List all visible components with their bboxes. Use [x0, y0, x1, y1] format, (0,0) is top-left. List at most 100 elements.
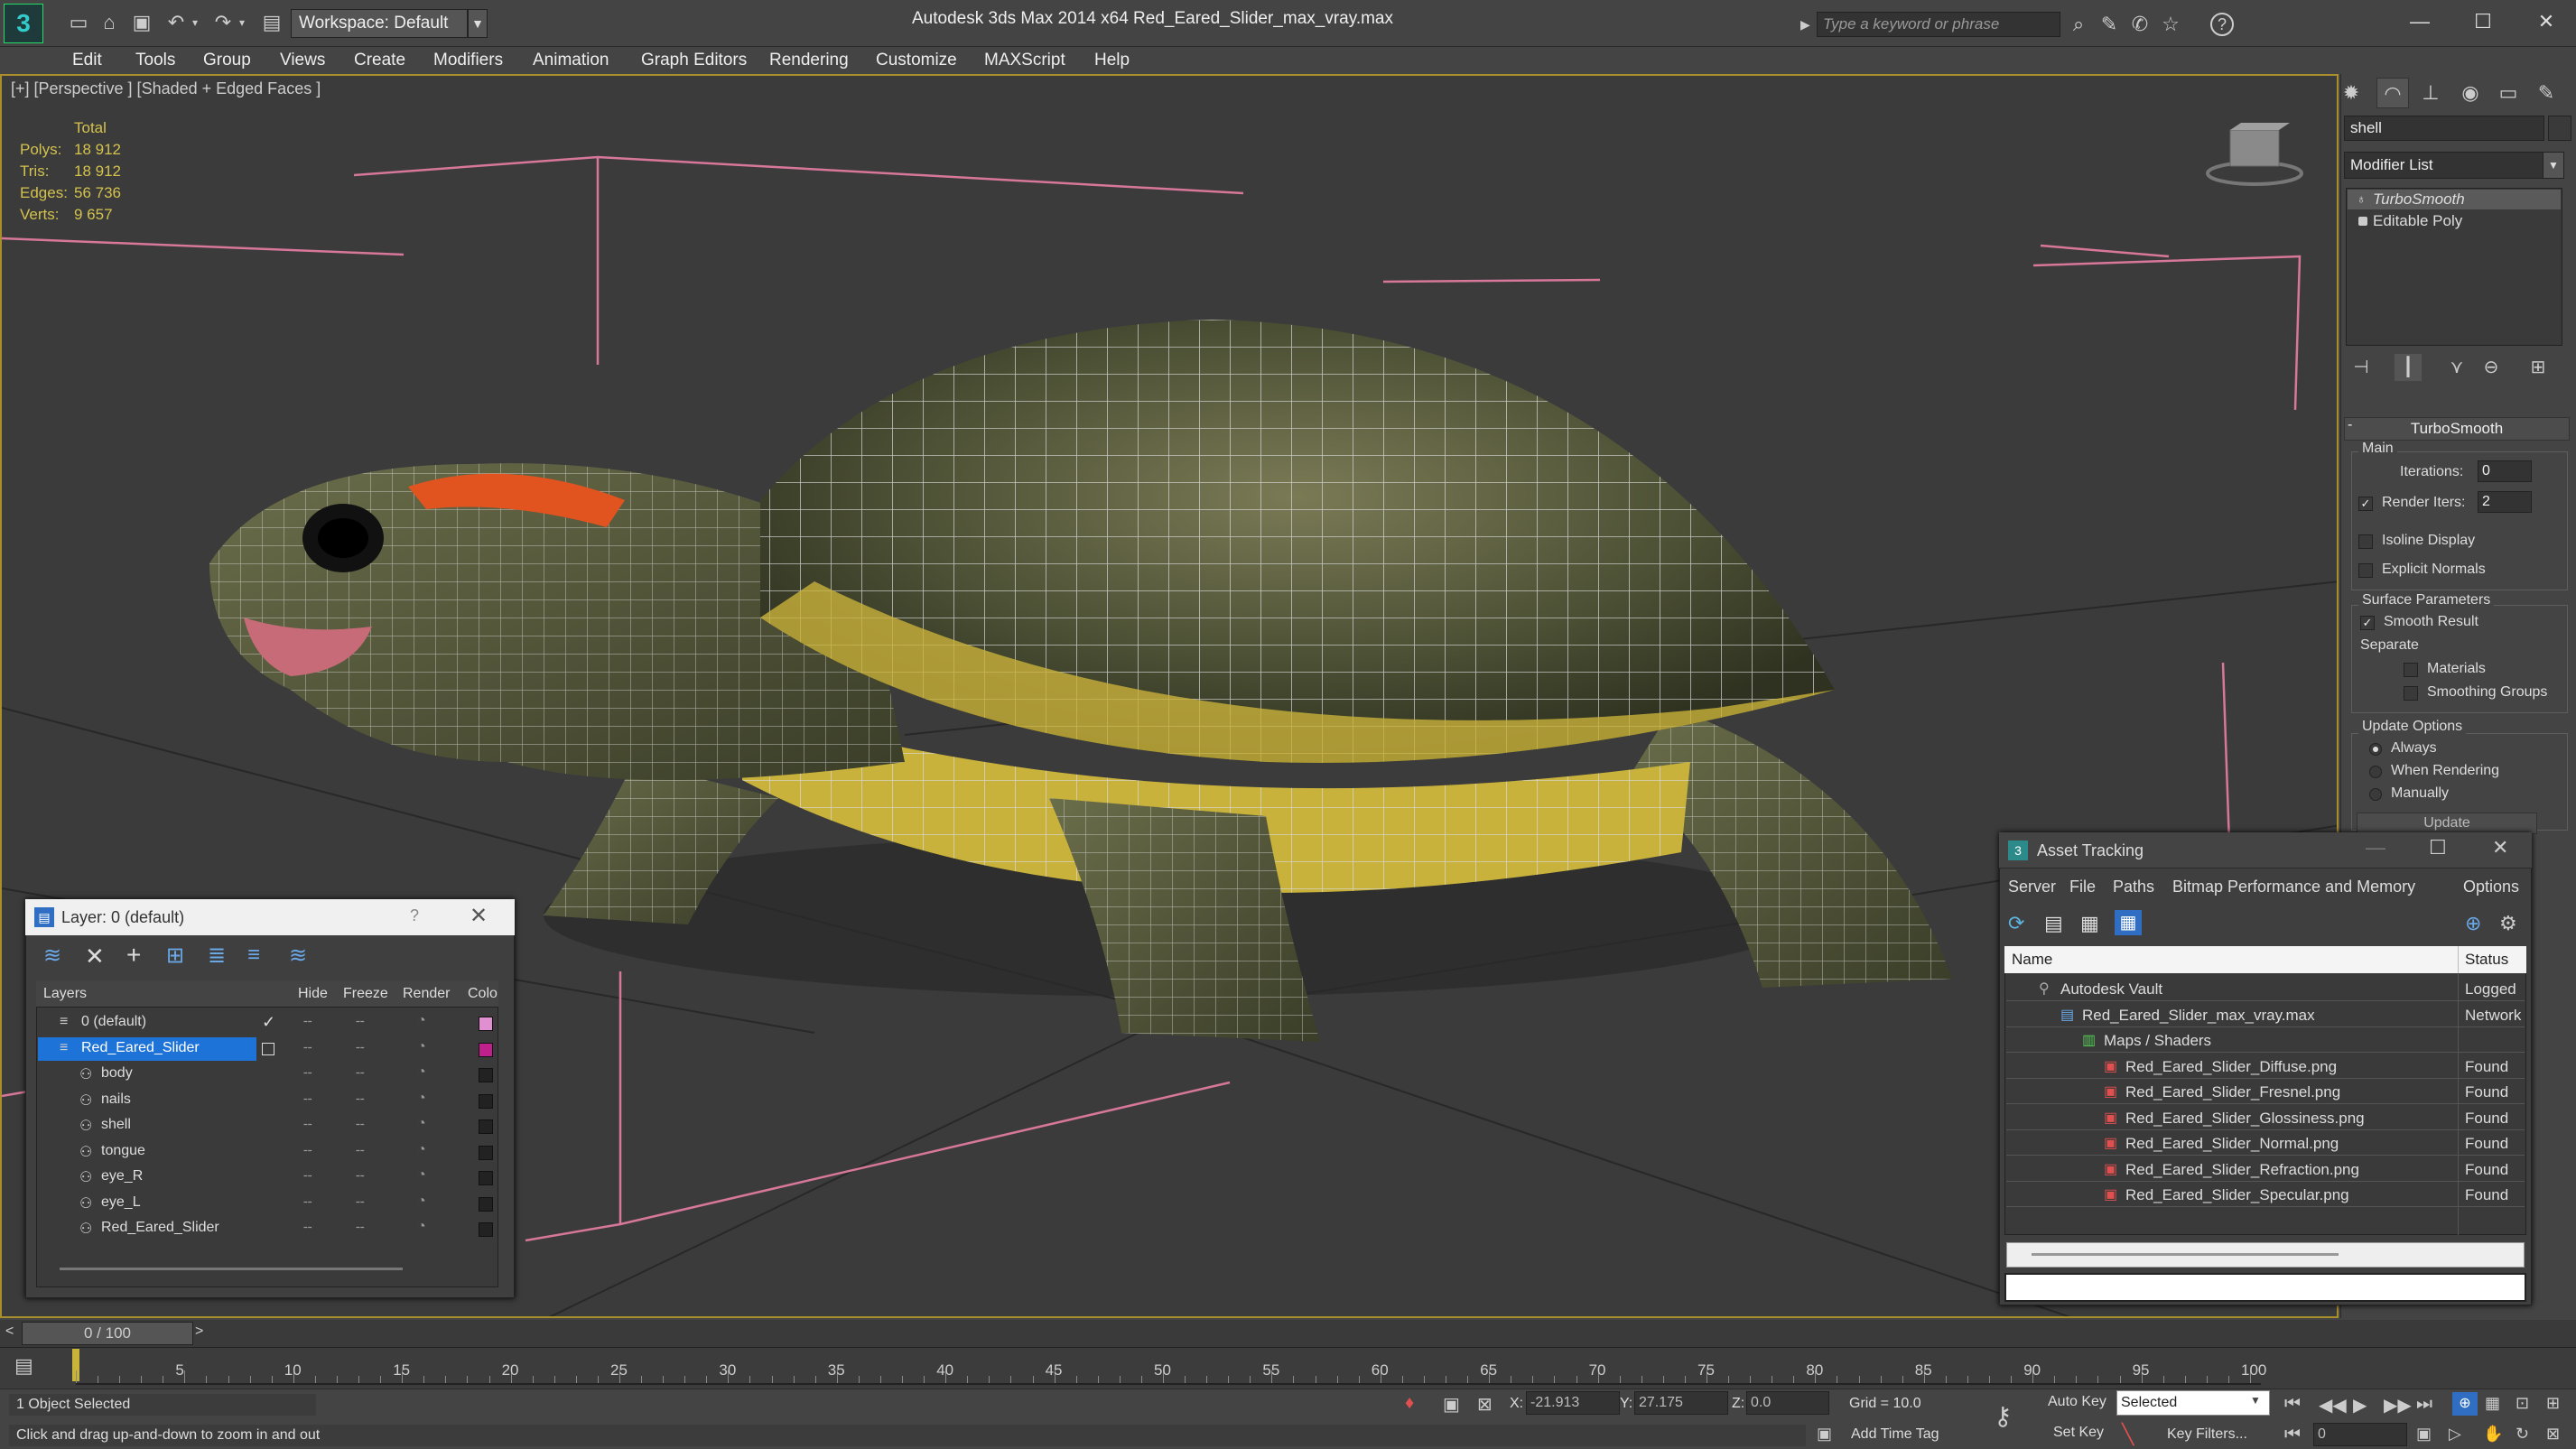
render-toggle-icon[interactable]: ◔ [417, 1039, 426, 1055]
rollout-collapse-icon[interactable]: - [2348, 417, 2352, 433]
object-name-input[interactable]: shell [2344, 116, 2544, 141]
menu-customize[interactable]: Customize [876, 47, 957, 74]
selection-lock-icon[interactable]: ▣ [1443, 1393, 1460, 1416]
asset-row-name[interactable]: Red_Eared_Slider_Normal.png [2125, 1135, 2339, 1153]
freeze-column-header[interactable]: Freeze [343, 986, 388, 1002]
asset-row-name[interactable]: Red_Eared_Slider_Glossiness.png [2125, 1110, 2365, 1128]
y-coord-field[interactable]: 27.175 [1634, 1391, 1728, 1415]
zoom-extents-all-icon[interactable]: ⊞ [2546, 1394, 2560, 1413]
asset-menu-options[interactable]: Options [2463, 878, 2519, 896]
layer-row-name[interactable]: Red_Eared_Slider [101, 1220, 219, 1236]
stack-item-turbosmooth[interactable]: TurboSmooth [2348, 190, 2561, 209]
stack-item-editable-poly[interactable]: Editable Poly [2348, 211, 2561, 231]
freeze-toggle-icon[interactable]: ╌ [356, 1039, 365, 1057]
render-toggle-icon[interactable]: ◔ [417, 1013, 426, 1029]
mini-curve-editor-icon[interactable]: ▤ [14, 1354, 33, 1378]
workspace-dropdown[interactable]: Workspace: Default [291, 9, 468, 38]
asset-row-name[interactable]: Red_Eared_Slider_Diffuse.png [2125, 1058, 2337, 1076]
maximize-icon[interactable]: ☐ [2456, 5, 2510, 38]
menu-create[interactable]: Create [354, 47, 405, 74]
modifier-list-arrow-icon[interactable]: ▼ [2543, 152, 2564, 179]
asset-help-icon[interactable]: ⊕ [2465, 912, 2481, 935]
absolute-mode-icon[interactable]: ⊠ [1477, 1393, 1493, 1416]
render-iters-checkbox[interactable]: ✓ [2358, 497, 2373, 511]
layers-column-header[interactable]: Layers [43, 986, 87, 1002]
freeze-toggle-icon[interactable]: ╌ [356, 1064, 365, 1082]
asset-row-name[interactable]: Maps / Shaders [2104, 1032, 2211, 1050]
hide-toggle-icon[interactable]: ╌ [303, 1116, 312, 1134]
table-view-icon[interactable]: ▦ [2115, 910, 2142, 935]
freeze-toggle-icon[interactable]: ╌ [356, 1116, 365, 1134]
communication-center-icon[interactable]: ✆ [2127, 13, 2153, 36]
freeze-toggle-icon[interactable]: ╌ [356, 1142, 365, 1160]
layer-color-swatch[interactable] [479, 1068, 493, 1082]
render-column-header[interactable]: Render [403, 986, 450, 1002]
asset-row-name[interactable]: Red_Eared_Slider_Refraction.png [2125, 1161, 2359, 1179]
layer-row-name[interactable]: 0 (default) [81, 1014, 146, 1030]
time-slider[interactable] [0, 1320, 2576, 1347]
time-slider-thumb[interactable]: 0 / 100 [22, 1322, 193, 1345]
go-to-end-icon[interactable]: ⏭ [2416, 1394, 2432, 1415]
layer-row-name[interactable]: eye_L [101, 1194, 141, 1211]
configure-sets-icon[interactable]: ⊞ [2525, 354, 2552, 381]
asset-settings-icon[interactable]: ⚙ [2499, 912, 2517, 935]
hide-toggle-icon[interactable]: ╌ [303, 1219, 312, 1237]
layer-row[interactable] [38, 1063, 256, 1086]
display-tab-icon[interactable]: ▭ [2492, 78, 2525, 108]
time-tag-icon[interactable]: ▣ [1817, 1425, 1832, 1444]
time-slider-prev-icon[interactable]: < [5, 1324, 14, 1340]
app-logo-icon[interactable]: 3 [4, 4, 43, 43]
menu-help[interactable]: Help [1094, 47, 1130, 74]
menu-modifiers[interactable]: Modifiers [433, 47, 503, 74]
workspace-dropdown-arrow-icon[interactable]: ▼ [468, 9, 488, 38]
menu-maxscript[interactable]: MAXScript [984, 47, 1065, 74]
layer-row-name[interactable]: tongue [101, 1143, 145, 1159]
zoom-all-icon[interactable]: ▦ [2485, 1394, 2500, 1413]
auto-key-button[interactable]: Auto Key [2048, 1394, 2106, 1410]
bulb-icon[interactable]: ♁ [2357, 191, 2367, 206]
layer-list-hscrollbar[interactable] [60, 1268, 403, 1270]
materials-checkbox[interactable] [2404, 663, 2418, 677]
list-view-icon[interactable]: ▤ [2044, 912, 2063, 935]
layer-color-swatch[interactable] [479, 1196, 493, 1212]
layer-color-swatch[interactable] [479, 1042, 493, 1057]
update-manually-radio[interactable] [2369, 788, 2382, 801]
refresh-icon[interactable]: ⟳ [2008, 912, 2024, 935]
render-toggle-icon[interactable]: ◔ [417, 1064, 426, 1081]
hide-toggle-icon[interactable]: ╌ [303, 1091, 312, 1109]
layer-explorer-help-icon[interactable]: ? [410, 906, 419, 925]
motion-tab-icon[interactable]: ◉ [2454, 78, 2487, 108]
freeze-toggle-icon[interactable]: ╌ [356, 1013, 365, 1031]
layer-row-name[interactable]: Red_Eared_Slider [81, 1040, 200, 1056]
asset-column-divider[interactable] [2458, 946, 2459, 973]
layer-explorer-title[interactable]: Layer: 0 (default) [25, 899, 515, 935]
isoline-display-checkbox[interactable] [2358, 534, 2373, 549]
next-frame-icon[interactable]: ▶▶ [2384, 1394, 2412, 1416]
smooth-result-checkbox[interactable]: ✓ [2360, 616, 2375, 630]
zoom-icon[interactable]: ⊕ [2452, 1392, 2478, 1416]
search-expand-icon[interactable]: ▶ [1800, 12, 1815, 37]
asset-row-name[interactable]: Red_Eared_Slider_Specular.png [2125, 1186, 2349, 1204]
menu-group[interactable]: Group [203, 47, 251, 74]
hide-toggle-icon[interactable]: ╌ [303, 1194, 312, 1212]
redo-dropdown-icon[interactable]: ▾ [235, 9, 249, 36]
render-iters-spinner[interactable]: 2 [2478, 491, 2532, 513]
object-color-swatch[interactable] [2548, 116, 2571, 141]
layer-row[interactable] [38, 1011, 256, 1035]
zoom-extents-icon[interactable]: ⊡ [2516, 1394, 2529, 1413]
layer-color-swatch[interactable] [479, 1119, 493, 1134]
render-toggle-icon[interactable]: ◔ [417, 1194, 426, 1210]
help-icon[interactable]: ? [2210, 13, 2234, 36]
minimize-icon[interactable]: — [2393, 5, 2447, 38]
render-toggle-icon[interactable]: ◔ [417, 1116, 426, 1132]
time-slider-next-icon[interactable]: > [195, 1324, 203, 1340]
project-folder-icon[interactable]: ▤ [258, 9, 285, 36]
menu-rendering[interactable]: Rendering [769, 47, 849, 74]
undo-icon[interactable]: ↶ [163, 9, 190, 36]
update-when-rendering-radio[interactable] [2369, 766, 2382, 778]
layer-row-name[interactable]: nails [101, 1091, 131, 1108]
key-selection-arrow-icon[interactable]: ▼ [2250, 1394, 2261, 1407]
asset-path-field[interactable] [2004, 1273, 2526, 1302]
set-keys-key-icon[interactable]: ⚷ [1994, 1401, 2013, 1431]
asset-minimize-icon[interactable]: — [2366, 836, 2385, 859]
